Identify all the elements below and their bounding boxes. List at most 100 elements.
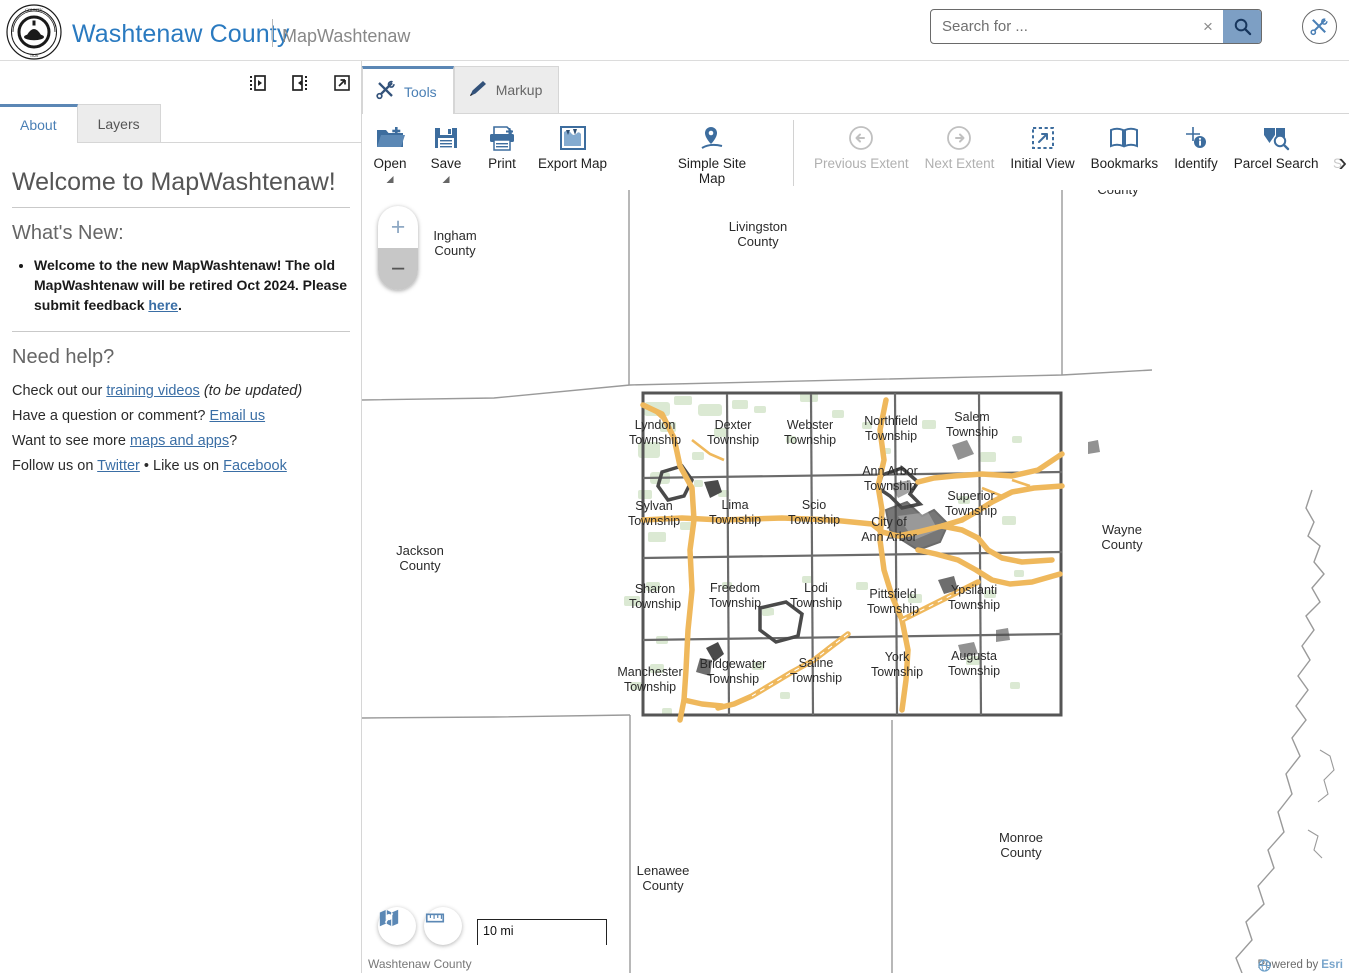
ribbon-tool-strip: Open Save Print Export Map Simple Site M… [362, 113, 1349, 190]
twitter-link[interactable]: Twitter [97, 458, 140, 474]
export-map-icon [558, 120, 588, 156]
open-label: Open [373, 156, 407, 171]
whats-new-list: Welcome to the new MapWashtenaw! The old… [12, 255, 350, 315]
tab-about[interactable]: About [0, 104, 78, 143]
clear-search-icon[interactable]: × [1193, 10, 1223, 43]
help-text-mid: • Like us on [139, 458, 224, 474]
help-line-email: Have a question or comment? Email us [12, 404, 350, 429]
panel-tabs: About Layers [0, 104, 362, 143]
whats-new-text-post: . [177, 297, 182, 313]
open-dropdown-caret[interactable] [386, 176, 394, 183]
brand-title: Washtenaw County [72, 20, 290, 48]
parcel-search-icon [1261, 120, 1291, 156]
simple-site-map-label: Simple Site Map [677, 156, 747, 186]
bookmarks-label: Bookmarks [1090, 156, 1159, 171]
print-label: Print [488, 156, 516, 171]
header-tools-button[interactable] [1302, 9, 1337, 44]
washtenaw-county-seal-icon: COUNTY 1826 [6, 4, 62, 60]
bookmarks-button[interactable]: Bookmarks [1083, 120, 1167, 171]
map-canvas[interactable]: + − Ingham CountyLivingston CountyCounty… [362, 190, 1349, 973]
whats-new-heading: What's New: [12, 222, 124, 244]
dock-panel-icon[interactable] [289, 72, 311, 94]
help-text: Want to see more [12, 433, 130, 449]
map-graphics [362, 190, 1335, 973]
ribbon-toolbar: Tools Markup Open Save Print Export Map … [362, 61, 1349, 190]
feedback-link[interactable]: here [148, 297, 178, 313]
initial-view-button[interactable]: Initial View [1002, 120, 1082, 171]
help-text-post: ? [229, 433, 238, 449]
map-zoom-control: + − [378, 206, 418, 290]
measure-button[interactable] [424, 907, 462, 945]
book-icon [1109, 120, 1139, 156]
tab-tools[interactable]: Tools [362, 66, 454, 114]
tab-tools-label: Tools [404, 83, 437, 100]
esri-label: Esri [1321, 959, 1343, 971]
initial-view-icon [1029, 120, 1057, 156]
save-button[interactable]: Save [418, 120, 474, 183]
collapse-panel-icon[interactable] [247, 72, 269, 94]
open-folder-icon [375, 120, 405, 156]
training-videos-link[interactable]: training videos [106, 383, 200, 399]
scale-bar: 10 mi [477, 919, 607, 945]
email-us-link[interactable]: Email us [209, 408, 265, 424]
panel-controls [247, 72, 353, 94]
export-map-label: Export Map [538, 156, 608, 171]
previous-extent-button[interactable]: Previous Extent [806, 120, 917, 171]
search-bar: × [930, 9, 1262, 44]
open-button[interactable]: Open [362, 120, 418, 183]
print-button[interactable]: Print [474, 120, 530, 171]
arrow-right-circle-icon [945, 120, 973, 156]
tab-about-label: About [20, 117, 57, 133]
search-input[interactable] [931, 10, 1193, 43]
initial-view-label: Initial View [1010, 156, 1075, 171]
svg-text:1826: 1826 [30, 53, 38, 58]
zoom-out-button[interactable]: − [378, 248, 418, 290]
pencil-icon [467, 78, 489, 103]
basemap-gallery-button[interactable] [378, 907, 416, 945]
identify-label: Identify [1174, 156, 1218, 171]
search-submit-button[interactable] [1223, 10, 1261, 43]
save-disk-icon [433, 120, 459, 156]
zoom-in-button[interactable]: + [378, 206, 418, 248]
ribbon-overflow-button[interactable]: › [1338, 149, 1347, 175]
list-item: Welcome to the new MapWashtenaw! The old… [34, 255, 350, 315]
parcel-search-label: Parcel Search [1233, 156, 1319, 171]
map-pin-icon [698, 120, 726, 156]
left-panel: About Layers Welcome to MapWashtenaw! Wh… [0, 61, 362, 973]
esri-globe-icon [1257, 959, 1271, 972]
panel-content: Welcome to MapWashtenaw! What's New: Wel… [0, 144, 362, 973]
help-line-social: Follow us on Twitter • Like us on Facebo… [12, 454, 350, 479]
export-map-button[interactable]: Export Map [530, 120, 615, 171]
previous-extent-label: Previous Extent [814, 156, 909, 171]
tab-layers-label: Layers [97, 115, 140, 132]
simple-site-map-button[interactable]: Simple Site Map [667, 120, 757, 186]
maps-and-apps-link[interactable]: maps and apps [130, 433, 229, 449]
identify-button[interactable]: Identify [1166, 120, 1226, 171]
popout-panel-icon[interactable] [331, 72, 353, 94]
help-line-training: Check out our training videos (to be upd… [12, 379, 350, 404]
tab-layers[interactable]: Layers [76, 104, 161, 142]
brand-divider [272, 19, 273, 47]
parcel-search-button[interactable]: Parcel Search [1226, 120, 1327, 171]
need-help-heading: Need help? [12, 346, 115, 368]
tab-markup[interactable]: Markup [453, 66, 560, 113]
help-text-note: (to be updated) [199, 383, 303, 399]
next-extent-button[interactable]: Next Extent [917, 120, 1003, 171]
help-line-maps: Want to see more maps and apps? [12, 429, 350, 454]
scale-label: 10 mi [483, 924, 514, 938]
map-attribution: Washtenaw County [368, 957, 472, 971]
help-text: Check out our [12, 383, 107, 399]
whats-new-text: Welcome to the new MapWashtenaw! The old… [34, 257, 348, 313]
app-name: MapWashtenaw [282, 26, 411, 46]
arrow-left-circle-icon [847, 120, 875, 156]
save-dropdown-caret[interactable] [442, 176, 450, 183]
save-label: Save [430, 156, 462, 171]
help-text: Have a question or comment? [12, 408, 210, 424]
next-extent-label: Next Extent [924, 156, 995, 171]
divider-2 [12, 331, 350, 332]
facebook-link[interactable]: Facebook [223, 458, 287, 474]
powered-by-esri: Powered by Esri [1257, 959, 1343, 972]
app-header: COUNTY 1826 Washtenaw County MapWashtena… [0, 0, 1349, 61]
tools-icon [375, 79, 397, 104]
divider [12, 207, 350, 208]
